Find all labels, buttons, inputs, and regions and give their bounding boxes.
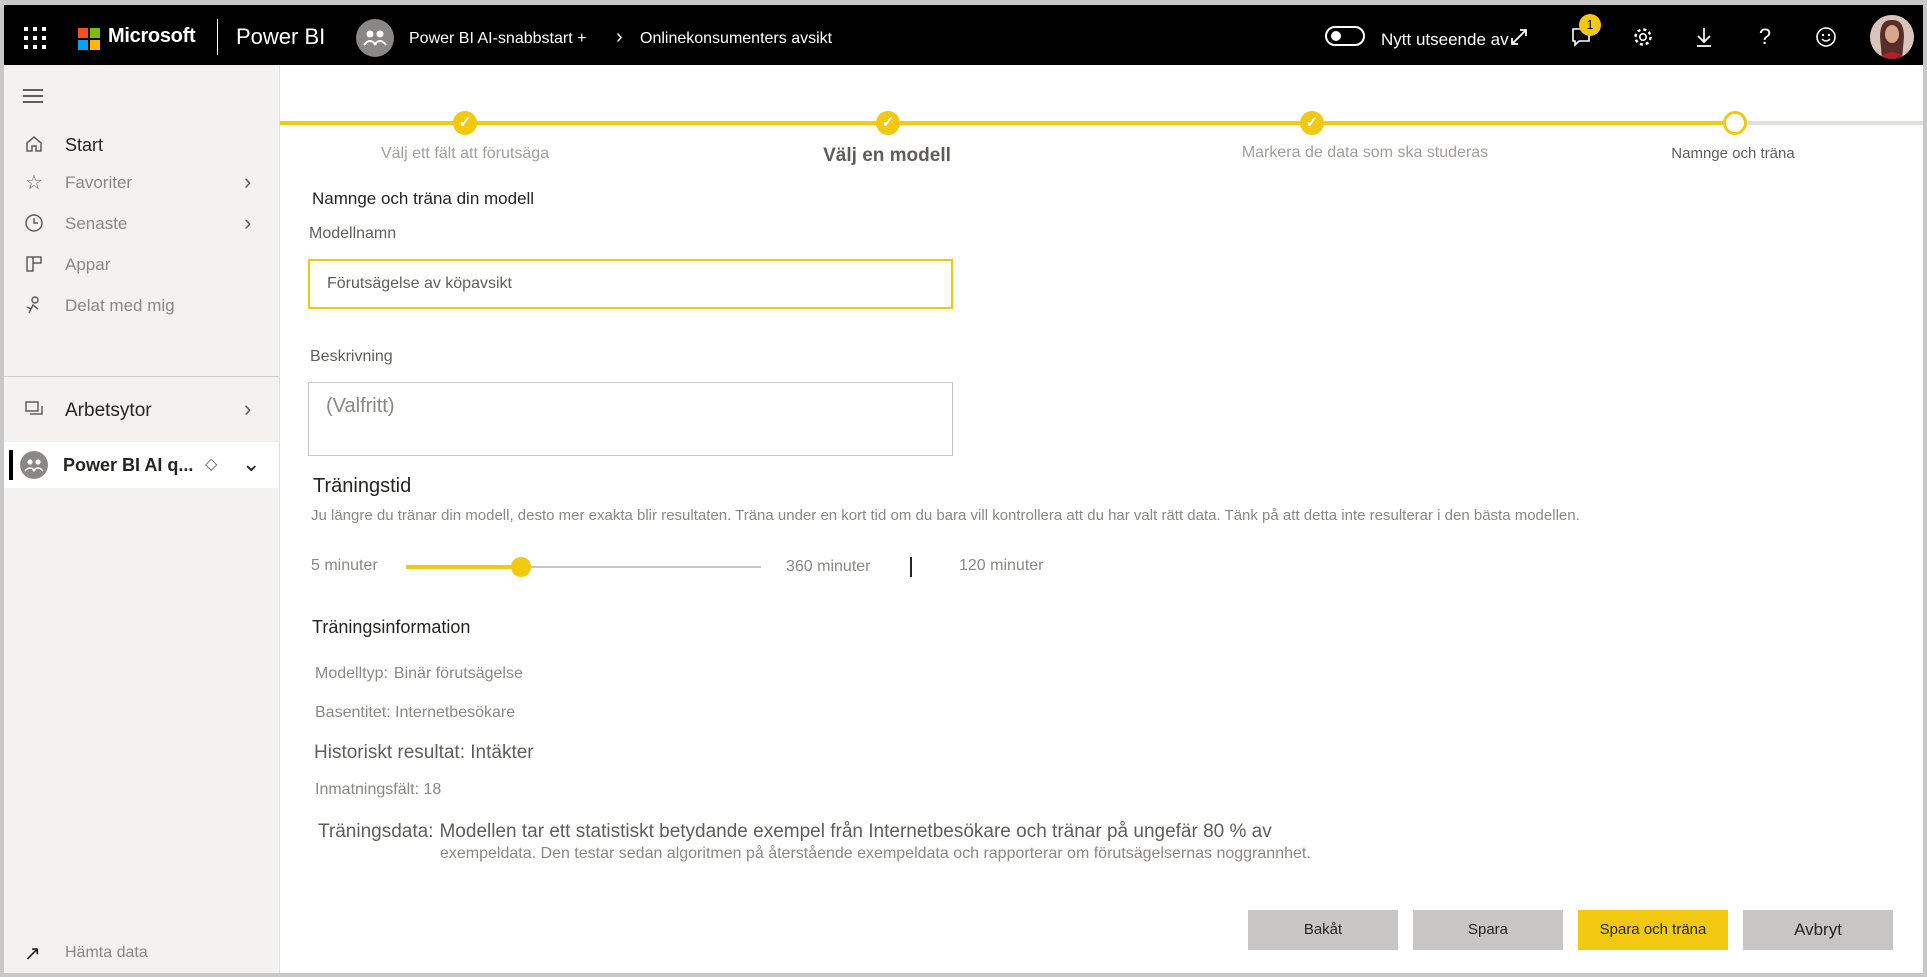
user-avatar[interactable]	[1870, 15, 1914, 59]
step-2-label[interactable]: Välj en modell	[823, 145, 951, 167]
training-data-line-1: Träningsdata: Modellen tar ett statistisk…	[318, 821, 1272, 843]
step-3-label[interactable]: Markera de data som ska studeras	[1242, 144, 1488, 162]
training-time-heading: Träningstid	[313, 475, 412, 497]
breadcrumb-chevron-icon: ›	[616, 26, 623, 48]
input-fields-line: Inmatningsfält: 18	[315, 781, 442, 798]
slider-value-label: 120 minuter	[959, 557, 1044, 574]
training-time-description: Ju längre du tränar din modell, desto me…	[311, 507, 1580, 524]
app-launcher-icon[interactable]	[24, 27, 48, 51]
slider-max-label: 360 minuter	[786, 558, 871, 575]
current-workspace-label: Power BI AI q...	[63, 455, 194, 475]
nav-item-workspaces[interactable]: Arbetsytor ›	[4, 390, 279, 430]
step-1-check-icon: ✓	[453, 111, 477, 135]
save-and-train-button[interactable]: Spara och träna	[1578, 910, 1728, 950]
step-2-check-icon: ✓	[876, 111, 900, 135]
stepper-progress-line	[280, 121, 1735, 125]
chevron-right-icon: ›	[244, 210, 252, 235]
training-info-heading: Träningsinformation	[312, 617, 471, 637]
historical-result-heading: Historiskt resultat: Intäkter	[314, 742, 534, 763]
nav-label: Appar	[65, 255, 111, 274]
section-title: Namnge och träna din modell	[312, 189, 535, 208]
training-time-slider-fill	[406, 565, 521, 569]
step-4-label: Namnge och träna	[1671, 145, 1795, 162]
workspace-avatar	[20, 451, 48, 479]
workspaces-icon	[22, 399, 46, 421]
back-button[interactable]: Bakåt	[1248, 910, 1398, 950]
breadcrumb-workspace[interactable]: Power BI AI-snabbstart +	[409, 30, 586, 48]
model-name-label: Modellnamn	[309, 225, 397, 242]
model-type-key: Modelltyp:	[315, 665, 388, 682]
model-type-value: Binär förutsägelse	[393, 665, 523, 682]
expand-icon[interactable]	[1505, 23, 1533, 51]
arrow-up-right-icon: ↗	[24, 943, 41, 965]
step-1-label[interactable]: Välj ett fält att förutsäga	[381, 145, 549, 163]
help-icon[interactable]: ?	[1751, 23, 1779, 51]
hamburger-menu-icon[interactable]	[23, 89, 43, 103]
save-button[interactable]: Spara	[1413, 910, 1563, 950]
navigation-pane: Start ☆ Favoriter › Senaste › Appar Dela…	[4, 65, 280, 973]
notification-badge: 1	[1579, 14, 1601, 36]
base-entity-line: Basentitet: Internetbesökare	[315, 704, 516, 721]
nav-item-recent[interactable]: Senaste ›	[4, 204, 279, 244]
workspace-avatar	[356, 19, 394, 57]
breadcrumb-current[interactable]: Onlinekonsumenters avsikt	[640, 30, 832, 48]
microsoft-logo-icon	[78, 28, 100, 50]
selection-indicator	[9, 450, 13, 480]
model-name-input[interactable]: Förutsägelse av köpavsikt	[308, 259, 953, 309]
slider-min-label: 5 minuter	[311, 557, 378, 574]
nav-item-start[interactable]: Start	[4, 125, 279, 165]
chevron-right-icon: ›	[244, 169, 252, 194]
settings-gear-icon[interactable]	[1629, 23, 1657, 51]
description-label: Beskrivning	[310, 348, 393, 365]
nav-label: Start	[65, 135, 104, 155]
nav-item-favorites[interactable]: ☆ Favoriter ›	[4, 163, 279, 203]
nav-label: Senaste	[65, 214, 128, 233]
slider-separator	[910, 557, 912, 577]
nav-divider	[4, 376, 279, 377]
training-data-key: Träningsdata:	[318, 821, 434, 842]
new-look-label: Nytt utseende av	[1381, 30, 1509, 49]
chevron-down-icon[interactable]: ⌄	[242, 451, 260, 477]
step-4-current-icon	[1723, 111, 1747, 135]
nav-item-current-workspace[interactable]: Power BI AI q... ◇ ⌄	[4, 442, 279, 488]
brand-divider	[217, 19, 218, 55]
product-name[interactable]: Power BI	[236, 24, 325, 50]
nav-label: Favoriter	[65, 173, 133, 192]
get-data-link[interactable]: ↗ Hämta data	[4, 937, 279, 969]
new-look-toggle[interactable]	[1325, 26, 1365, 46]
home-icon	[22, 134, 46, 156]
nav-label: Delat med mig	[65, 296, 175, 315]
apps-icon	[22, 254, 46, 276]
clock-icon	[22, 213, 46, 235]
nav-label: Arbetsytor	[65, 400, 152, 421]
training-data-text: Modellen tar ett statistiskt betydande e…	[439, 821, 1272, 842]
stepper-remaining-line	[1735, 121, 1923, 125]
description-textarea[interactable]: (Valfritt)	[308, 382, 953, 456]
cancel-button[interactable]: Avbryt	[1743, 910, 1893, 950]
get-data-label: Hämta data	[65, 944, 148, 961]
feedback-smiley-icon[interactable]	[1812, 23, 1840, 51]
nav-item-shared[interactable]: Delat med mig	[4, 286, 279, 326]
chevron-right-icon: ›	[244, 396, 252, 421]
toggle-knob	[1331, 31, 1341, 41]
download-icon[interactable]	[1690, 23, 1718, 51]
microsoft-brand: Microsoft	[108, 25, 196, 47]
star-icon: ☆	[25, 172, 43, 194]
top-bar: Microsoft Power BI Power BI AI-snabbstar…	[4, 5, 1923, 65]
shared-person-icon	[22, 295, 46, 317]
step-3-check-icon: ✓	[1300, 111, 1324, 135]
training-data-line-2: exempeldata. Den testar sedan algoritmen…	[440, 845, 1311, 862]
premium-diamond-icon: ◇	[205, 456, 218, 473]
nav-item-apps[interactable]: Appar	[4, 245, 279, 285]
model-type-line: Modelltyp: Binär förutsägelse	[315, 665, 523, 683]
training-time-slider-thumb[interactable]	[511, 557, 531, 577]
